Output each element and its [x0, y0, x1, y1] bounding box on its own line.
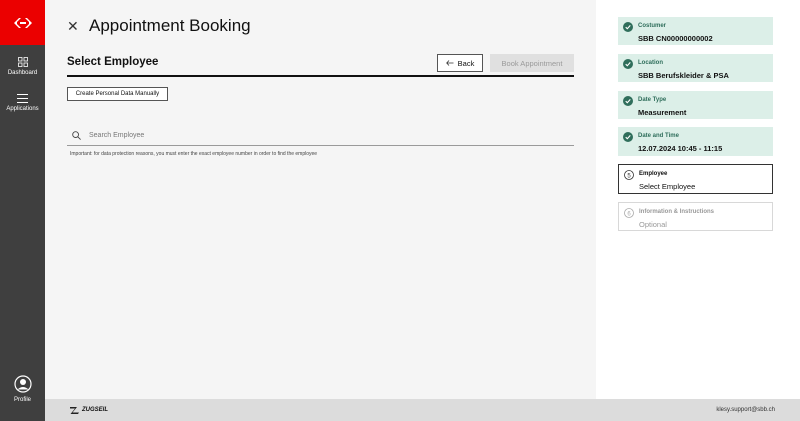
search-employee-input[interactable]: Search Employee — [89, 132, 144, 139]
sbb-logo[interactable] — [0, 0, 45, 45]
step-value: SBB CN00000000002 — [638, 34, 713, 43]
step-date-and-time[interactable]: Date and Time 12.07.2024 10:45 - 11:15 — [618, 127, 773, 156]
data-protection-note: Important: for data protection reasons, … — [70, 151, 318, 157]
step-location[interactable]: Location SBB Berufskleider & PSA — [618, 54, 773, 82]
step-value: 12.07.2024 10:45 - 11:15 — [638, 144, 723, 153]
step-title: Employee — [639, 171, 668, 177]
close-icon[interactable]: ✕ — [67, 19, 79, 33]
rail-label-profile: Profile — [13, 397, 31, 403]
back-button[interactable]: Back — [437, 54, 483, 72]
book-appointment-button[interactable]: Book Appointment — [490, 54, 574, 72]
svg-text:5: 5 — [627, 173, 631, 179]
step-costumer[interactable]: Costumer SBB CN00000000002 — [618, 17, 773, 45]
check-circle-icon — [623, 22, 633, 32]
sbb-logo-icon — [13, 17, 32, 28]
main-content: ✕ Appointment Booking Select Employee Ba… — [45, 0, 596, 399]
brand-name: ZUGSEIL — [82, 407, 109, 413]
zugseil-logo: ZUGSEIL — [70, 406, 109, 414]
rail-item-profile[interactable]: Profile — [0, 375, 45, 403]
check-circle-icon — [623, 132, 633, 142]
section-title: Select Employee — [67, 56, 159, 68]
svg-text:6: 6 — [627, 211, 631, 217]
step-title: Date Type — [638, 97, 667, 103]
progress-panel: Costumer SBB CN00000000002 Location SBB … — [596, 0, 800, 399]
step-title: Location — [638, 60, 663, 66]
rail-label-dashboard: Dashboard — [7, 70, 38, 76]
step-6-icon: 6 — [624, 208, 634, 218]
dashboard-icon — [17, 57, 28, 67]
rail-item-applications[interactable]: Applications — [0, 94, 45, 112]
create-personal-data-button[interactable]: Create Personal Data Manually — [67, 87, 168, 101]
back-button-label: Back — [457, 58, 475, 68]
support-email[interactable]: klesy.support@sbb.ch — [716, 407, 775, 413]
step-title: Costumer — [638, 23, 667, 29]
zugseil-logo-icon — [70, 406, 79, 414]
step-information-instructions[interactable]: 6 Information & Instructions Optional — [618, 202, 773, 231]
rail-label-applications: Applications — [6, 106, 39, 112]
check-circle-icon — [623, 59, 633, 69]
step-employee[interactable]: 5 Employee Select Employee — [618, 164, 773, 194]
section-divider — [67, 75, 574, 77]
menu-icon — [17, 94, 28, 103]
rail-item-dashboard[interactable]: Dashboard — [0, 57, 45, 76]
step-title: Information & Instructions — [639, 209, 714, 215]
side-rail: Dashboard Applications Profile — [0, 0, 45, 421]
step-value: Select Employee — [639, 182, 696, 191]
check-circle-icon — [623, 96, 633, 106]
step-value: Optional — [639, 220, 667, 229]
search-employee-field[interactable]: Search Employee — [67, 126, 574, 146]
step-title: Date and Time — [638, 133, 679, 139]
step-5-icon: 5 — [624, 170, 634, 180]
arrow-left-icon — [445, 60, 454, 66]
profile-icon — [13, 375, 32, 393]
footer: ZUGSEIL klesy.support@sbb.ch — [45, 399, 800, 421]
search-icon — [72, 131, 81, 140]
step-date-type[interactable]: Date Type Measurement — [618, 91, 773, 119]
page-title: Appointment Booking — [89, 16, 251, 35]
step-value: Measurement — [638, 108, 687, 117]
step-value: SBB Berufskleider & PSA — [638, 71, 729, 80]
